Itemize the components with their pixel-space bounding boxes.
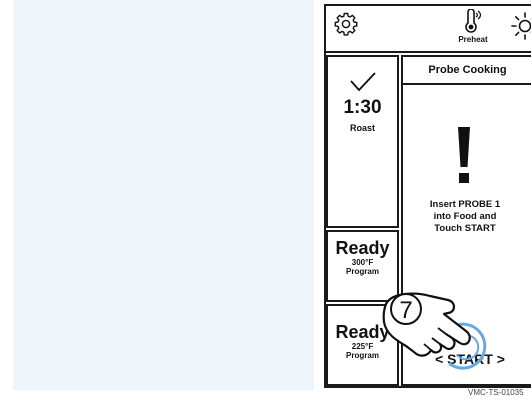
sun-icon[interactable] (510, 11, 531, 41)
probe-cooking-panel: Probe Cooking Insert PROBE 1 into Food a… (401, 55, 531, 386)
program-temp: 300°F (351, 258, 374, 267)
ready-program-button-300[interactable]: Ready 300°F Program (326, 230, 399, 302)
instruction-line: into Food and (433, 211, 497, 222)
gear-icon[interactable] (334, 12, 358, 36)
cook-time: 1:30 (343, 97, 382, 118)
program-label: Program (346, 351, 379, 360)
cook-mode: Roast (349, 123, 375, 133)
ready-status: Ready (335, 238, 390, 258)
ready-program-button-225[interactable]: Ready 225°F Program (326, 304, 399, 386)
exclamation-icon (458, 127, 470, 183)
figure-code: VMC-TS-01035 (468, 388, 524, 397)
oven-touchscreen: Preheat 1:30 Roast Ready 300°F Program R… (324, 4, 531, 388)
thermometer-icon (465, 9, 482, 33)
panel-title: Probe Cooking (403, 57, 531, 85)
ready-status: Ready (335, 322, 390, 342)
instruction-line: Touch START (434, 223, 496, 234)
preheat-label: Preheat (458, 35, 488, 44)
probe-instruction: Insert PROBE 1 into Food and Touch START (403, 199, 527, 235)
checkmark-icon (349, 72, 376, 92)
program-temp: 225°F (351, 342, 374, 351)
start-button[interactable]: < START > (403, 351, 531, 367)
preheat-button[interactable]: Preheat (448, 9, 498, 49)
instruction-line: Insert PROBE 1 (429, 199, 501, 210)
blank-panel (13, 0, 314, 390)
top-bar: Preheat (326, 6, 531, 53)
roast-program-button[interactable]: 1:30 Roast (326, 55, 399, 228)
program-label: Program (346, 267, 379, 276)
